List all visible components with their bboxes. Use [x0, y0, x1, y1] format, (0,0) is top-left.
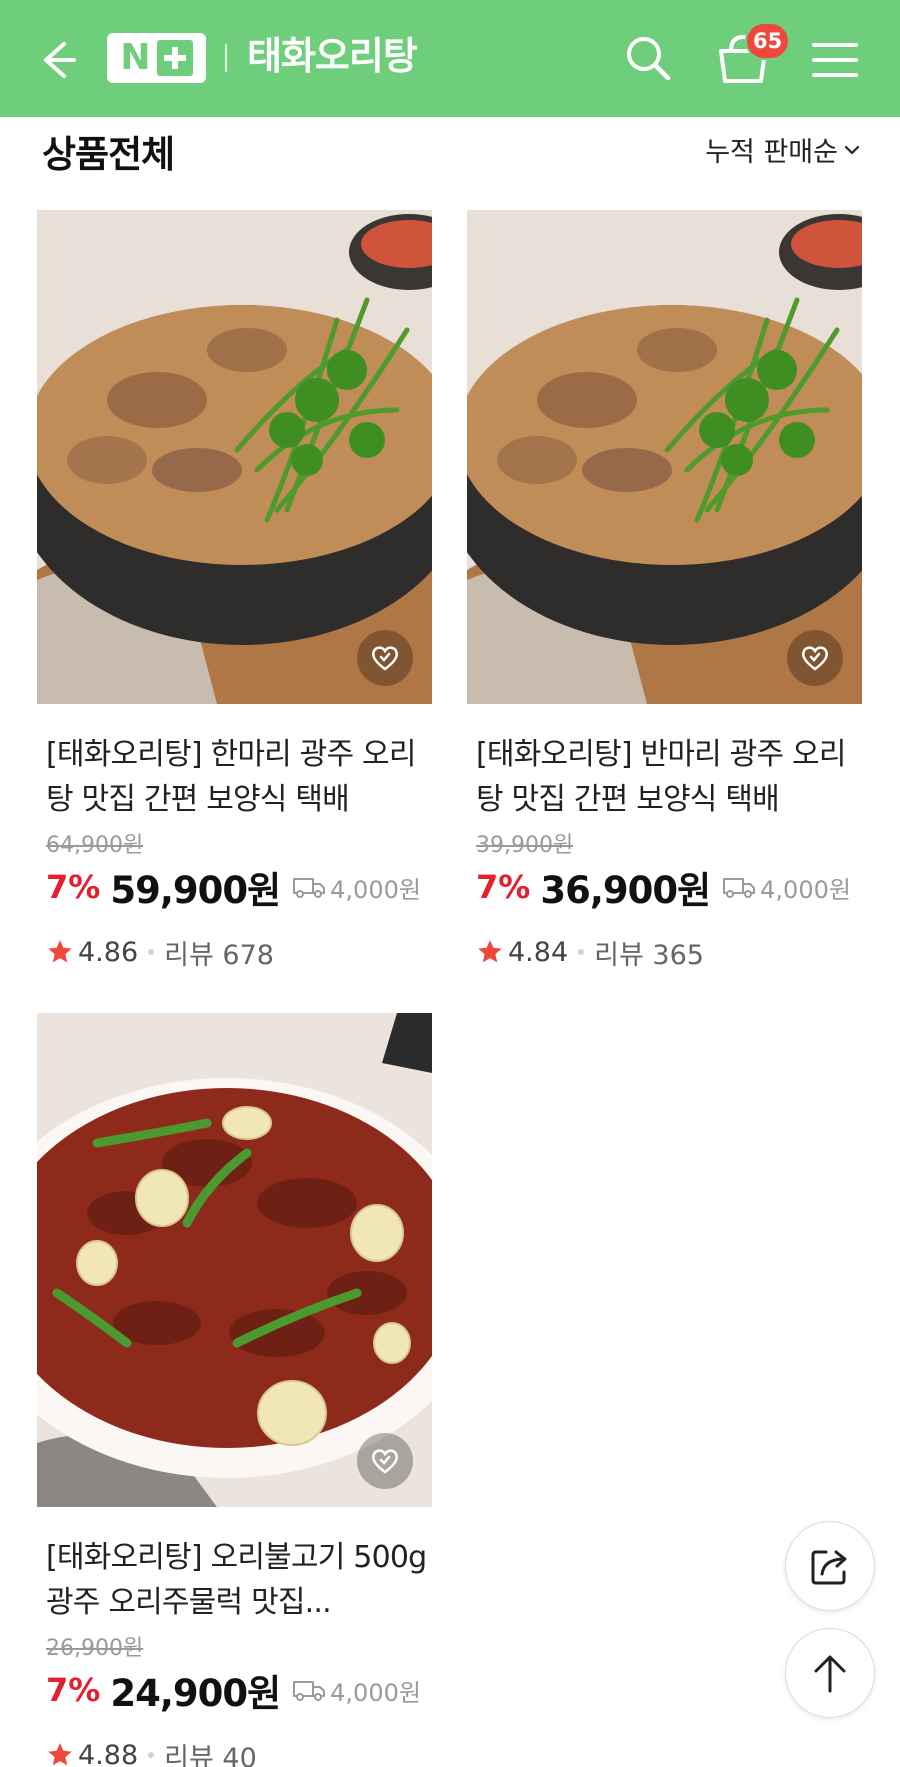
rating-row: 4.84 리뷰 365 — [467, 932, 863, 972]
sale-price: 59,900원 — [110, 869, 281, 912]
original-price: 64,900원 — [46, 833, 144, 858]
price-row: 7% 36,900원 4,000원 — [467, 862, 863, 912]
rating-value: 4.84 — [508, 936, 569, 968]
shipping-fee: 4,000원 — [292, 1673, 421, 1708]
discount-rate: 7% — [46, 868, 101, 906]
rating-row: 4.86 리뷰 678 — [37, 932, 433, 972]
store-name[interactable]: 태화오리탕 — [247, 30, 418, 82]
review-count[interactable]: 리뷰 678 — [164, 933, 274, 972]
sale-price: 24,900원 — [110, 1672, 281, 1715]
hamburger-menu-icon[interactable] — [809, 34, 861, 86]
star-icon — [478, 940, 502, 963]
back-arrow-icon[interactable] — [30, 34, 82, 86]
truck-icon — [723, 878, 756, 898]
shipping-fee: 4,000원 — [722, 870, 851, 905]
separator-dot — [578, 949, 585, 955]
product-name[interactable]: [태화오리탕] 한마리 광주 오리탕 맛집 간편 보양식 택배 — [37, 732, 433, 822]
sort-label: 누적 판매순 — [705, 137, 838, 168]
price-row: 7% 59,900원 4,000원 — [37, 862, 433, 912]
plus-icon — [156, 40, 193, 76]
review-count[interactable]: 리뷰 40 — [164, 1736, 257, 1767]
rating-value: 4.86 — [78, 936, 139, 968]
section-title: 상품전체 — [42, 133, 175, 176]
scroll-to-top-button[interactable] — [785, 1628, 875, 1718]
shipping-fee: 4,000원 — [292, 870, 421, 905]
discount-rate: 7% — [46, 1671, 101, 1709]
product-image[interactable] — [467, 210, 862, 704]
share-button[interactable] — [785, 1521, 875, 1611]
share-icon — [811, 1550, 847, 1585]
rating-value: 4.88 — [78, 1739, 139, 1767]
product-card[interactable]: [태화오리탕] 한마리 광주 오리탕 맛집 간편 보양식 택배 64,900원 … — [37, 210, 433, 972]
product-image[interactable] — [37, 210, 432, 704]
star-icon — [48, 1743, 72, 1766]
separator-dot — [148, 949, 155, 955]
original-price: 26,900원 — [46, 1636, 144, 1661]
wishlist-heart-icon[interactable] — [357, 1433, 413, 1489]
product-image[interactable] — [37, 1013, 432, 1507]
sort-dropdown[interactable]: 누적 판매순 — [705, 130, 860, 169]
original-price: 39,900원 — [476, 833, 574, 858]
shipping-fee-value: 4,000원 — [330, 1678, 421, 1707]
price-row: 7% 24,900원 4,000원 — [37, 1665, 433, 1715]
wishlist-heart-icon[interactable] — [357, 630, 413, 686]
shipping-fee-value: 4,000원 — [760, 875, 851, 904]
chevron-down-icon — [844, 145, 860, 154]
top-header: N 태화오리탕 65 — [0, 0, 900, 117]
naver-plus-logo[interactable]: N — [107, 33, 206, 83]
product-card[interactable]: [태화오리탕] 반마리 광주 오리탕 맛집 간편 보양식 택배 39,900원 … — [467, 210, 863, 972]
logo-letter: N — [120, 37, 151, 78]
truck-icon — [293, 1681, 326, 1701]
product-card[interactable]: [태화오리탕] 오리불고기 500g 광주 오리주물럭 맛집... 26,900… — [37, 1013, 433, 1767]
wishlist-heart-icon[interactable] — [787, 630, 843, 686]
arrow-up-icon — [814, 1655, 846, 1693]
shipping-fee-value: 4,000원 — [330, 875, 421, 904]
star-icon — [48, 940, 72, 963]
separator-dot — [148, 1752, 155, 1758]
review-count[interactable]: 리뷰 365 — [594, 933, 704, 972]
product-name[interactable]: [태화오리탕] 오리불고기 500g 광주 오리주물럭 맛집... — [37, 1535, 433, 1625]
sale-price: 36,900원 — [540, 869, 711, 912]
search-icon[interactable] — [620, 30, 676, 86]
header-divider — [225, 44, 227, 72]
discount-rate: 7% — [476, 868, 531, 906]
rating-row: 4.88 리뷰 40 — [37, 1735, 433, 1767]
product-name[interactable]: [태화오리탕] 반마리 광주 오리탕 맛집 간편 보양식 택배 — [467, 732, 863, 822]
cart-count-badge: 65 — [745, 22, 791, 60]
truck-icon — [293, 878, 326, 898]
